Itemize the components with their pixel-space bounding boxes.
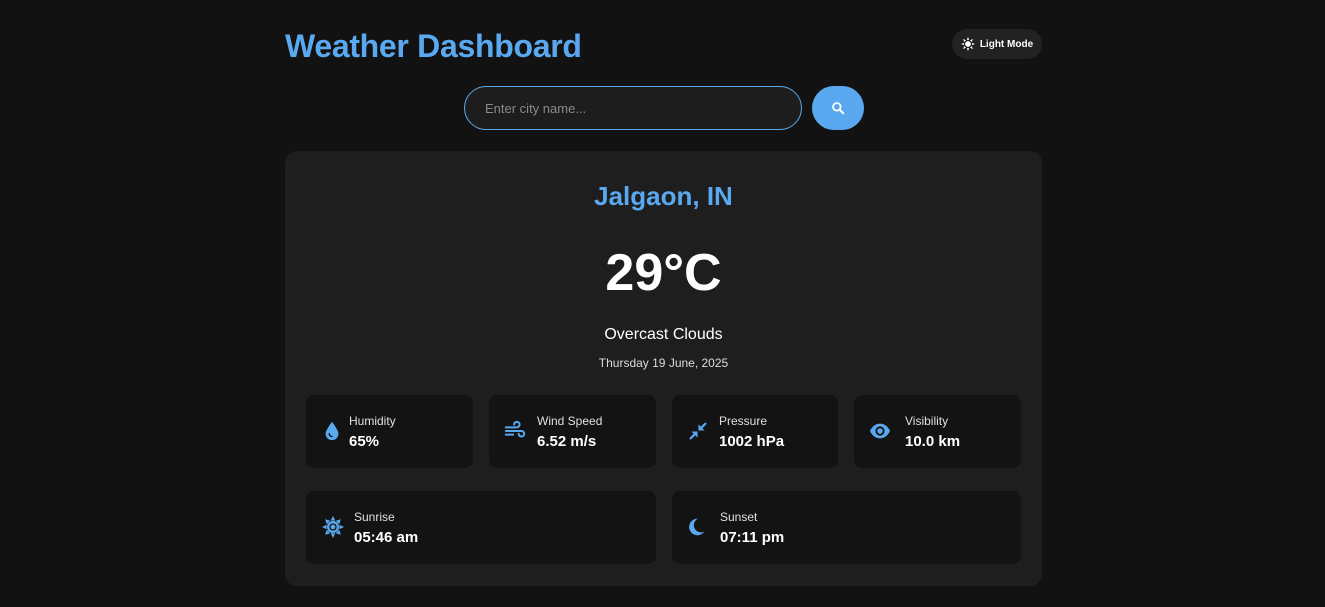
- sunrise-tile: Sunrise 05:46 am: [306, 491, 656, 564]
- sunset-tile: Sunset 07:11 pm: [672, 491, 1021, 564]
- sunrise-value: 05:46 am: [354, 529, 419, 546]
- city-search-input[interactable]: [464, 86, 802, 130]
- search-icon: [832, 102, 845, 115]
- current-date: Thursday 19 June, 2025: [598, 356, 729, 370]
- weather-condition: Overcast Clouds: [604, 326, 723, 343]
- temperature: 29°C: [605, 244, 722, 302]
- visibility-label: Visibility: [905, 414, 949, 428]
- sun-icon: [960, 37, 975, 51]
- humidity-label: Humidity: [349, 414, 396, 428]
- wind-speed-value: 6.52 m/s: [537, 433, 597, 450]
- pressure-value: 1002 hPa: [719, 433, 785, 450]
- humidity-tile: Humidity 65%: [306, 395, 473, 468]
- sunset-label: Sunset: [720, 510, 758, 524]
- eye-icon: [868, 419, 892, 443]
- sunrise-label: Sunrise: [354, 510, 395, 524]
- weather-dashboard-page: Weather Dashboard Light Mode Enter city …: [0, 0, 1325, 607]
- wind-speed-label: Wind Speed: [537, 414, 603, 428]
- wind-speed-tile: Wind Speed 6.52 m/s: [489, 395, 656, 468]
- pressure-label: Pressure: [719, 414, 768, 428]
- sunset-value: 07:11 pm: [720, 529, 785, 546]
- weather-card: Jalgaon, IN 29°C Overcast Clouds Thursda…: [285, 151, 1042, 586]
- compress-icon: [686, 419, 710, 443]
- pressure-tile: Pressure 1002 hPa: [672, 395, 838, 468]
- light-mode-toggle-button[interactable]: Light Mode: [952, 29, 1042, 59]
- page-title: Weather Dashboard: [285, 28, 582, 64]
- header: Weather Dashboard Light Mode: [285, 26, 1042, 66]
- wind-icon: [503, 419, 527, 443]
- sun-icon: [321, 515, 345, 539]
- visibility-tile: Visibility 10.0 km: [854, 395, 1021, 468]
- visibility-value: 10.0 km: [905, 433, 961, 450]
- mode-toggle-label: Light Mode: [979, 38, 1034, 50]
- moon-icon: [684, 515, 708, 539]
- city-name: Jalgaon, IN: [594, 181, 733, 211]
- search-button[interactable]: [812, 86, 864, 130]
- search-bar: [464, 86, 864, 130]
- humidity-value: 65%: [349, 433, 380, 450]
- droplet-icon: [320, 419, 344, 443]
